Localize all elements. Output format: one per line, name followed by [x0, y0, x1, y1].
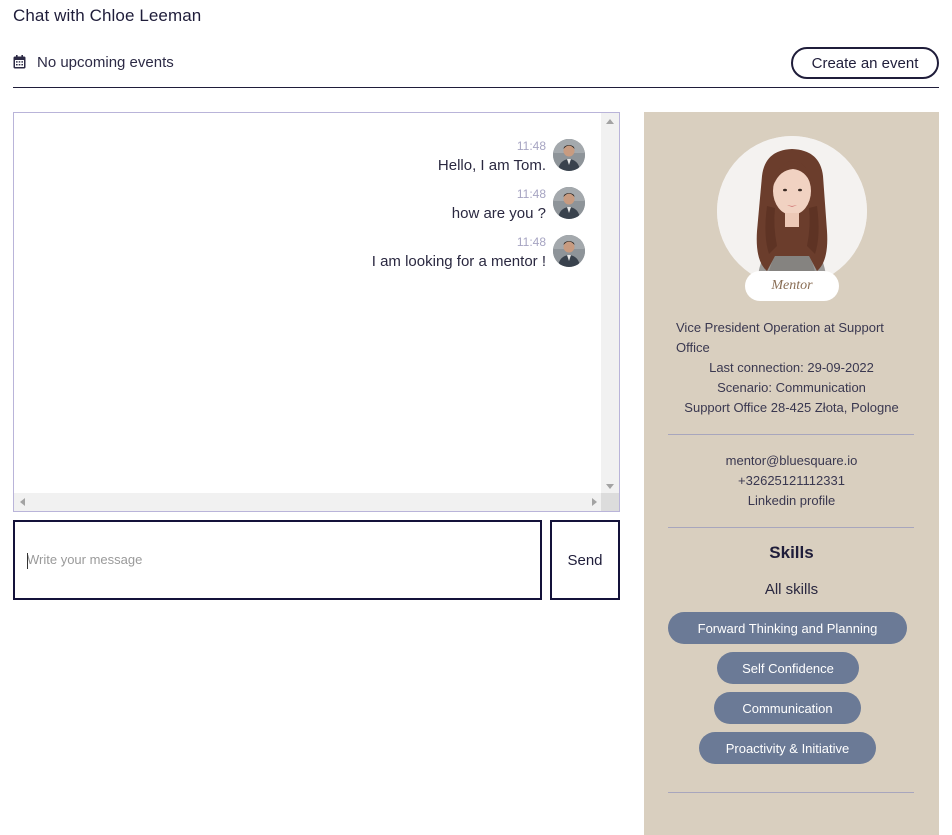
skill-tag[interactable]: Self Confidence — [717, 652, 859, 684]
message-input[interactable] — [27, 552, 527, 567]
skill-tag[interactable]: Communication — [714, 692, 861, 724]
chat-message: 11:48 how are you ? — [185, 187, 585, 235]
message-time: 11:48 — [516, 139, 546, 153]
scroll-down-arrow-icon[interactable] — [606, 484, 614, 489]
events-bar: No upcoming events Create an event — [13, 46, 939, 88]
message-text: how are you ? — [451, 205, 546, 222]
all-skills-link[interactable]: All skills — [644, 581, 939, 598]
avatar — [553, 139, 585, 171]
location: Support Office 28-425 Złota, Pologne — [684, 400, 899, 415]
message-time: 11:48 — [516, 235, 546, 249]
avatar — [553, 235, 585, 267]
send-button[interactable]: Send — [550, 520, 620, 600]
skill-tag[interactable]: Forward Thinking and Planning — [668, 612, 907, 644]
divider — [668, 527, 914, 528]
create-event-button[interactable]: Create an event — [791, 47, 939, 79]
divider — [668, 792, 914, 793]
scroll-up-arrow-icon[interactable] — [606, 119, 614, 124]
scenario: Scenario: Communication — [717, 380, 866, 395]
scrollbar-corner — [601, 493, 619, 511]
text-caret — [27, 553, 28, 569]
horizontal-scrollbar[interactable] — [14, 493, 603, 511]
mentor-profile-panel: Mentor Vice President Operation at Suppo… — [644, 112, 939, 835]
message-text: I am looking for a mentor ! — [371, 253, 546, 270]
skills-heading: Skills — [769, 543, 814, 562]
vertical-scrollbar[interactable] — [601, 113, 619, 495]
scroll-left-arrow-icon[interactable] — [20, 498, 25, 506]
scroll-right-arrow-icon[interactable] — [592, 498, 597, 506]
page-title: Chat with Chloe Leeman — [13, 6, 202, 25]
chat-message: 11:48 Hello, I am Tom. — [185, 139, 585, 187]
avatar — [553, 187, 585, 219]
message-time: 11:48 — [516, 187, 546, 201]
skill-tag[interactable]: Proactivity & Initiative — [699, 732, 876, 764]
message-input-box[interactable] — [13, 520, 542, 600]
role-badge: Mentor — [745, 271, 839, 301]
events-status: No upcoming events — [37, 54, 174, 71]
chat-messages-panel[interactable]: 11:48 Hello, I am Tom. 11:48 how are you… — [13, 112, 620, 512]
job-title: Vice President Operation at Support Offi… — [676, 320, 884, 355]
phone-number: +32625121112331 — [738, 473, 845, 488]
divider — [668, 434, 914, 435]
chat-message: 11:48 I am looking for a mentor ! — [185, 235, 585, 283]
email-link[interactable]: mentor@bluesquare.io — [644, 453, 939, 468]
calendar-icon — [13, 55, 26, 69]
last-connection: Last connection: 29-09-2022 — [709, 360, 874, 375]
message-text: Hello, I am Tom. — [437, 157, 546, 174]
linkedin-link[interactable]: Linkedin profile — [644, 493, 939, 508]
mentor-photo — [717, 136, 867, 286]
